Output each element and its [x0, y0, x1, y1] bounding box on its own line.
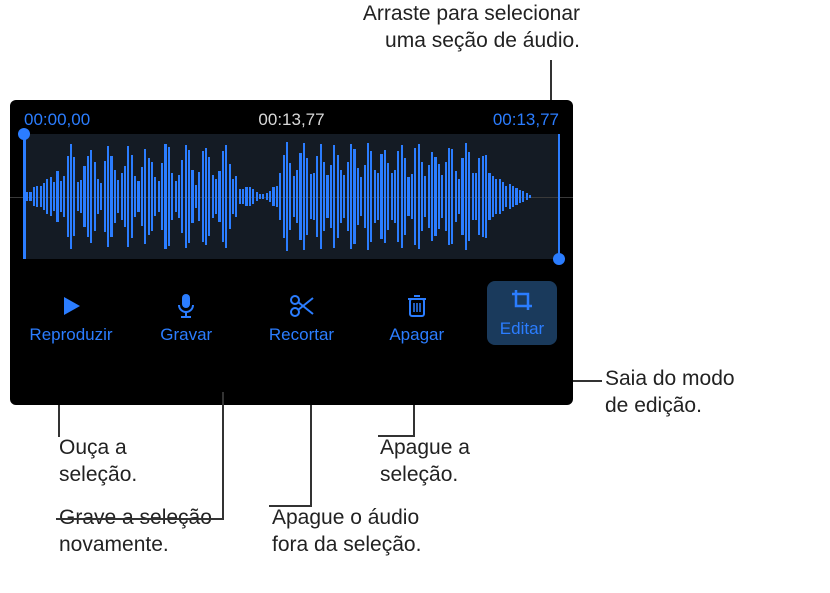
edit-label: Editar	[500, 319, 544, 339]
play-label: Reproduzir	[29, 325, 112, 345]
callout-drag-select: Arraste para selecionar uma seção de áud…	[230, 0, 580, 55]
callout-delete: Apague a seleção.	[380, 434, 470, 489]
callout-line	[58, 405, 60, 437]
edit-button[interactable]: Editar	[487, 281, 557, 345]
timecode-start: 00:00,00	[24, 110, 90, 130]
callout-line	[269, 505, 312, 507]
trash-icon	[404, 293, 430, 319]
selection-handle-left[interactable]	[18, 128, 30, 140]
record-label: Gravar	[160, 325, 212, 345]
crop-icon	[509, 287, 535, 313]
play-icon	[58, 293, 84, 319]
callout-line	[222, 392, 224, 520]
trim-label: Recortar	[269, 325, 334, 345]
callout-line	[310, 405, 312, 507]
callout-exit-edit: Saia do modo de edição.	[605, 365, 825, 420]
callout-line	[378, 435, 415, 437]
callout-record: Grave a seleção novamente.	[59, 504, 212, 559]
waveform	[26, 142, 557, 251]
timecode-playhead: 00:13,77	[258, 110, 324, 130]
callout-line	[550, 60, 552, 105]
audio-editor-panel: 00:00,00 00:13,77 00:13,77 Reproduzir Gr…	[10, 100, 573, 405]
delete-button[interactable]: Apagar	[372, 293, 462, 345]
waveform-area[interactable]	[24, 134, 559, 259]
selection-handle-right-bar[interactable]	[558, 134, 561, 259]
selection-handle-left-bar[interactable]	[23, 134, 26, 259]
callout-line	[56, 518, 224, 520]
callout-line	[413, 405, 415, 437]
editor-toolbar: Reproduzir Gravar Recortar Apagar Editar	[10, 259, 573, 357]
timecode-end: 00:13,77	[493, 110, 559, 130]
timecode-row: 00:00,00 00:13,77 00:13,77	[10, 100, 573, 134]
callout-trim: Apague o áudio fora da seleção.	[272, 504, 421, 559]
delete-label: Apagar	[389, 325, 444, 345]
selection-handle-right[interactable]	[553, 253, 565, 265]
callout-play: Ouça a seleção.	[59, 434, 137, 489]
play-button[interactable]: Reproduzir	[26, 293, 116, 345]
record-button[interactable]: Gravar	[141, 293, 231, 345]
mic-icon	[173, 293, 199, 319]
trim-button[interactable]: Recortar	[257, 293, 347, 345]
scissors-icon	[289, 293, 315, 319]
